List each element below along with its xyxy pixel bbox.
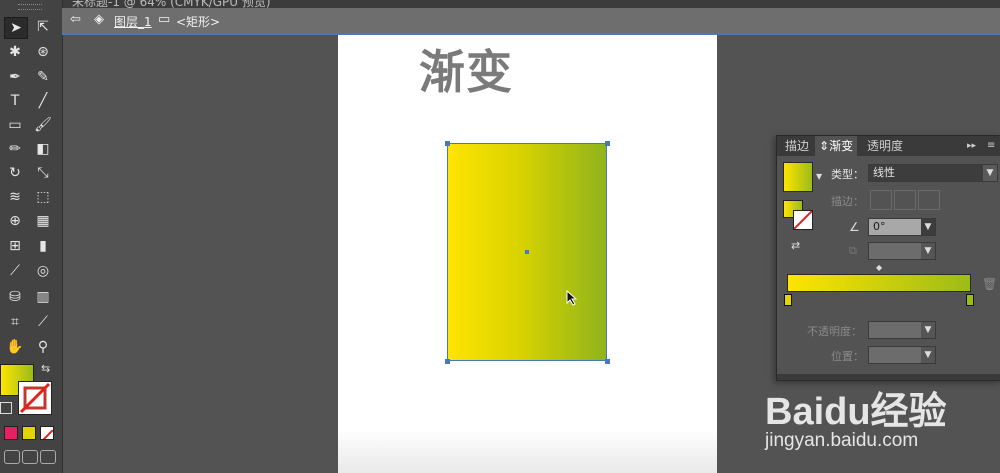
gradient-tool-icon[interactable]: ▮	[32, 236, 54, 256]
line-tool-icon[interactable]: ╱	[32, 91, 54, 111]
artboard-tool-icon[interactable]: ⌗	[4, 312, 26, 332]
chevron-down-icon: ▼	[921, 243, 935, 259]
type-label: 类型：	[831, 168, 864, 181]
watermark-url: jingyan.baidu.com	[765, 430, 919, 451]
tab-stroke[interactable]: 描边	[781, 136, 813, 156]
default-colors-icon[interactable]	[0, 402, 12, 414]
stroke-mode-button	[918, 190, 940, 210]
gradient-stop-left[interactable]	[784, 294, 792, 306]
selection-tool-icon[interactable]: ➤	[4, 17, 28, 39]
opacity-label: 不透明度：	[807, 325, 862, 338]
midpoint-diamond-icon[interactable]: ◆	[876, 263, 882, 272]
collapse-icon[interactable]: ▸▸	[963, 136, 980, 156]
type-select[interactable]: 线性 ▼	[868, 164, 998, 182]
center-point	[525, 250, 529, 254]
breadcrumb-layer[interactable]: 图层_1	[114, 13, 152, 30]
gradient-slider[interactable]	[787, 274, 971, 292]
chevron-down-icon: ▼	[921, 347, 935, 363]
type-tool-icon[interactable]: T	[4, 91, 26, 111]
document-tab-strip: 未标题-1 @ 64% (CMYK/GPU 预览)	[62, 0, 1000, 8]
paintbrush-icon[interactable]: 🖌	[32, 115, 54, 135]
none-icon	[42, 429, 53, 439]
chevron-down-icon: ▼	[983, 165, 997, 181]
width-tool-icon[interactable]: ≋	[4, 187, 26, 207]
shape-builder-icon[interactable]: ⊕	[4, 211, 26, 231]
draw-mode-icon[interactable]	[4, 450, 20, 464]
angle-value: 0°	[873, 220, 886, 233]
gradient-mode-button[interactable]	[22, 426, 36, 440]
toolbar-grip[interactable]	[18, 4, 42, 10]
swap-fill-stroke-icon[interactable]: ⇆	[41, 362, 50, 375]
zoom-tool-icon[interactable]: ⚲	[32, 337, 54, 357]
canvas-heading[interactable]: 渐变	[419, 36, 513, 102]
pen-tool-icon[interactable]: ✒	[4, 67, 26, 87]
type-select-value: 线性	[873, 166, 895, 179]
tab-arrows-icon: ⇕	[819, 139, 830, 153]
stroke-mode-button	[894, 190, 916, 210]
angle-icon: ∠	[849, 220, 860, 234]
chevron-down-icon: ▼	[921, 322, 935, 338]
direct-selection-tool-icon[interactable]: ⇱	[32, 17, 54, 37]
tools-panel: ➤ ⇱ ✱ ⊛ ✒ ✎ T ╱ ▭ 🖌 ✏ ◧ ↻ ⤡ ≋ ⬚ ⊕ ▦ ⊞ ▮ …	[0, 0, 63, 473]
gradient-panel: 描边 ⇕渐变 透明度 ▸▸ ≡ ▼ 类型： 线性 ▼ 描边： ∠ 0° ▼ ⇄ …	[776, 135, 1000, 381]
gradient-stop-right[interactable]	[966, 294, 974, 306]
baidu-watermark: Baidu经验 jingyan.baidu.com	[765, 368, 1000, 473]
eyedropper-icon[interactable]: ⟋	[4, 261, 26, 281]
stroke-swatch[interactable]	[18, 381, 52, 415]
aspect-ratio-icon: ⧉	[849, 244, 857, 257]
color-mode-button[interactable]	[4, 426, 18, 440]
document-tab[interactable]: 未标题-1 @ 64% (CMYK/GPU 预览)	[72, 0, 271, 8]
trash-icon[interactable]: 🗑	[982, 277, 997, 291]
folder-icon: ▭	[158, 12, 171, 27]
mini-stroke-swatch[interactable]	[793, 210, 813, 230]
gradient-thumbnail[interactable]	[783, 162, 813, 192]
curvature-tool-icon[interactable]: ✎	[32, 67, 54, 87]
rectangle-tool-icon[interactable]: ▭	[4, 115, 26, 135]
mouse-cursor-icon	[566, 290, 578, 306]
slice-tool-icon[interactable]: ⟋	[32, 312, 54, 332]
selection-handle[interactable]	[445, 141, 450, 146]
screen-mode-icon[interactable]	[22, 450, 38, 464]
watermark-logo: Baidu经验	[765, 391, 947, 433]
selection-handle[interactable]	[605, 359, 610, 364]
tab-transparency[interactable]: 透明度	[863, 136, 907, 156]
position-label: 位置：	[831, 350, 864, 363]
breadcrumb: ⇦ ◈ 图层_1 ▭ <矩形>	[62, 8, 1000, 35]
layers-icon: ◈	[94, 12, 104, 27]
eraser-icon[interactable]: ◧	[32, 139, 54, 159]
tab-gradient-label: 渐变	[829, 139, 854, 153]
free-transform-icon[interactable]: ⬚	[32, 187, 54, 207]
hand-tool-icon[interactable]: ✋	[4, 337, 26, 357]
view-mode-icon[interactable]	[40, 450, 56, 464]
reverse-gradient-icon[interactable]: ⇄	[791, 239, 800, 252]
angle-field[interactable]: 0° ▼	[868, 218, 936, 236]
panel-tab-bar: 描边 ⇕渐变 透明度 ▸▸ ≡	[777, 136, 1000, 156]
panel-menu-icon[interactable]: ≡	[983, 136, 999, 156]
none-slash-icon	[794, 211, 812, 229]
selection-handle[interactable]	[445, 359, 450, 364]
position-field: ▼	[868, 346, 936, 364]
magic-wand-icon[interactable]: ✱	[4, 42, 26, 62]
perspective-grid-icon[interactable]: ▦	[32, 211, 54, 231]
selection-handle[interactable]	[605, 141, 610, 146]
mesh-tool-icon[interactable]: ⊞	[4, 236, 26, 256]
breadcrumb-object[interactable]: <矩形>	[176, 13, 220, 30]
chevron-down-icon: ▼	[921, 219, 935, 235]
scale-tool-icon[interactable]: ⤡	[32, 163, 54, 183]
aspect-ratio-field: ▼	[868, 242, 936, 260]
column-graph-icon[interactable]: ▥	[32, 287, 54, 307]
none-slash-icon	[19, 382, 51, 414]
back-arrow-icon[interactable]: ⇦	[70, 12, 81, 27]
stroke-label: 描边：	[831, 195, 864, 208]
stroke-mode-button	[870, 190, 892, 210]
rotate-tool-icon[interactable]: ↻	[4, 163, 26, 183]
blend-tool-icon[interactable]: ◎	[32, 261, 54, 281]
symbol-sprayer-icon[interactable]: ⛁	[4, 287, 26, 307]
none-mode-button[interactable]	[40, 426, 54, 440]
tab-gradient[interactable]: ⇕渐变	[815, 136, 858, 156]
pencil-icon[interactable]: ✏	[4, 139, 26, 159]
lasso-icon[interactable]: ⊛	[32, 42, 54, 62]
opacity-field: ▼	[868, 321, 936, 339]
thumbnail-dropdown-icon[interactable]: ▼	[816, 172, 822, 181]
